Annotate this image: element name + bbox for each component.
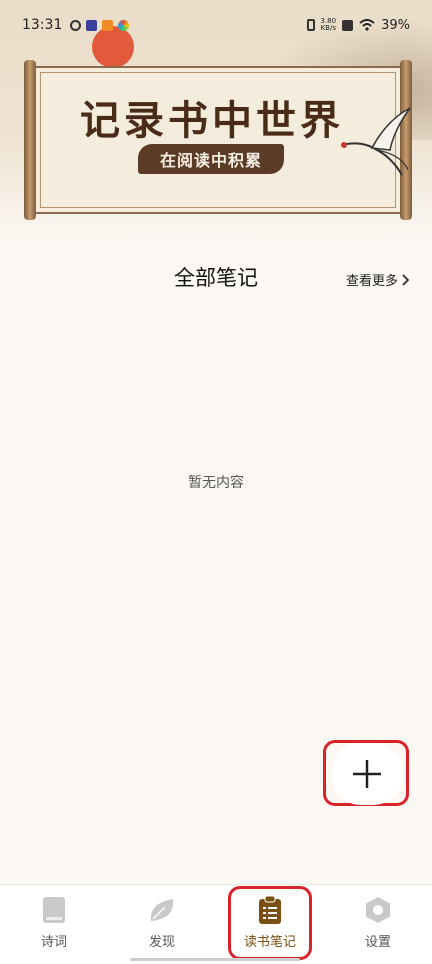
view-more-link[interactable]: 查看更多 (346, 270, 410, 289)
home-indicator[interactable] (130, 958, 300, 961)
nav-item-settings[interactable]: 设置 (324, 885, 432, 964)
status-bar: 13:31 3.80 KB/s 39% (0, 0, 432, 50)
leaf-icon (150, 899, 174, 921)
nav-label-settings: 设置 (364, 935, 391, 950)
banner-subtitle-badge: 在阅读中积累 (138, 144, 284, 174)
orange-app-icon (102, 19, 114, 31)
crane-icon (341, 107, 411, 176)
add-note-button[interactable] (331, 743, 403, 805)
highlight-box-nav (228, 886, 312, 960)
plus-icon (353, 760, 381, 788)
play-app-icon (86, 19, 98, 31)
chevron-right-icon (402, 273, 410, 286)
view-more-label: 查看更多 (345, 274, 398, 289)
colorful-app-icon (118, 19, 130, 31)
nav-item-discover[interactable]: 发现 (108, 885, 216, 964)
status-time: 13:31 (22, 17, 63, 33)
network-speed: 3.80 KB/s (321, 18, 337, 32)
hexagon-settings-icon (366, 897, 390, 923)
sync-icon (70, 19, 82, 31)
book-icon (43, 897, 65, 923)
empty-state-text: 暂无内容 (188, 475, 244, 491)
nav-label-discover: 发现 (148, 935, 175, 950)
bottom-nav: 诗词 发现 读书笔记 设置 (0, 884, 432, 964)
nav-item-poems[interactable]: 诗词 (0, 885, 108, 964)
nav-label-poems: 诗词 (40, 935, 67, 950)
banner-subtitle: 在阅读中积累 (159, 151, 262, 170)
wifi-icon (359, 19, 375, 31)
vibrate-icon (306, 19, 315, 31)
no-sim-icon (342, 19, 354, 31)
network-speed-unit: KB/s (320, 24, 336, 32)
banner-title: 记录书中世界 (80, 97, 344, 144)
battery-percentage: 39% (381, 17, 410, 33)
